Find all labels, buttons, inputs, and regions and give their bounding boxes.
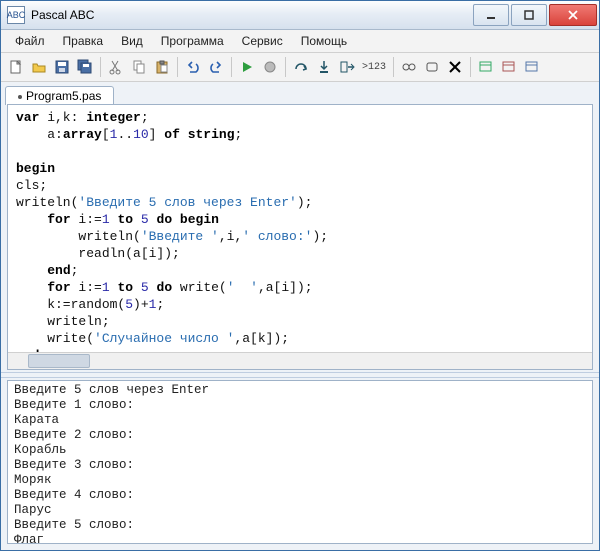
tab-label: Program5.pas <box>26 89 101 103</box>
app-window: ABC Pascal ABC Файл Правка Вид Программа… <box>0 0 600 551</box>
save-button[interactable] <box>51 56 73 78</box>
output-line: Введите 3 слово: <box>14 458 134 472</box>
minimize-button[interactable] <box>473 4 509 26</box>
step-into-button[interactable] <box>313 56 335 78</box>
window-tool-2[interactable] <box>498 56 520 78</box>
menu-help[interactable]: Помощь <box>293 32 355 50</box>
scrollbar-thumb[interactable] <box>28 354 90 368</box>
modified-dot-icon <box>18 95 22 99</box>
watch-button[interactable] <box>421 56 443 78</box>
window-tool-1[interactable] <box>475 56 497 78</box>
open-file-button[interactable] <box>28 56 50 78</box>
separator <box>393 57 394 77</box>
window-title: Pascal ABC <box>31 8 473 22</box>
app-icon: ABC <box>7 6 25 24</box>
breakpoint-button[interactable] <box>398 56 420 78</box>
separator <box>285 57 286 77</box>
run-button[interactable] <box>236 56 258 78</box>
output-line: Введите 2 слово: <box>14 428 134 442</box>
output-line: Введите 5 слов через Enter <box>14 383 209 397</box>
output-line: Карата <box>14 413 59 427</box>
output-line: Введите 4 слово: <box>14 488 134 502</box>
menubar: Файл Правка Вид Программа Сервис Помощь <box>1 30 599 53</box>
code-editor[interactable]: var i,k: integer; a:array[1..10] of stri… <box>8 105 592 369</box>
output-line: Флаг <box>14 533 44 544</box>
output-pane[interactable]: Введите 5 слов через Enter Введите 1 сло… <box>7 380 593 544</box>
separator <box>231 57 232 77</box>
cut-button[interactable] <box>105 56 127 78</box>
menu-view[interactable]: Вид <box>113 32 151 50</box>
menu-file[interactable]: Файл <box>7 32 53 50</box>
output-line: Введите 1 слово: <box>14 398 134 412</box>
redo-button[interactable] <box>205 56 227 78</box>
new-file-button[interactable] <box>5 56 27 78</box>
maximize-button[interactable] <box>511 4 547 26</box>
menu-edit[interactable]: Правка <box>55 32 112 50</box>
output-line: Моряк <box>14 473 52 487</box>
tab-bar: Program5.pas <box>1 82 599 104</box>
editor-tab[interactable]: Program5.pas <box>5 86 114 105</box>
step-over-button[interactable] <box>290 56 312 78</box>
toolbar: >123 <box>1 53 599 82</box>
output-line: Корабль <box>14 443 67 457</box>
menu-program[interactable]: Программа <box>153 32 232 50</box>
copy-button[interactable] <box>128 56 150 78</box>
separator <box>177 57 178 77</box>
window-buttons <box>473 4 599 26</box>
paste-button[interactable] <box>151 56 173 78</box>
separator <box>100 57 101 77</box>
window-tool-3[interactable] <box>521 56 543 78</box>
titlebar: ABC Pascal ABC <box>1 1 599 30</box>
splitter[interactable] <box>1 372 599 378</box>
stop-button[interactable] <box>259 56 281 78</box>
output-line: Введите 5 слово: <box>14 518 134 532</box>
eval-button[interactable]: >123 <box>359 56 389 78</box>
horizontal-scrollbar[interactable] <box>8 352 592 369</box>
close-button[interactable] <box>549 4 597 26</box>
output-line: Парус <box>14 503 52 517</box>
save-all-button[interactable] <box>74 56 96 78</box>
clear-button[interactable] <box>444 56 466 78</box>
step-out-button[interactable] <box>336 56 358 78</box>
editor-pane: var i,k: integer; a:array[1..10] of stri… <box>7 104 593 370</box>
menu-service[interactable]: Сервис <box>234 32 291 50</box>
separator <box>470 57 471 77</box>
undo-button[interactable] <box>182 56 204 78</box>
